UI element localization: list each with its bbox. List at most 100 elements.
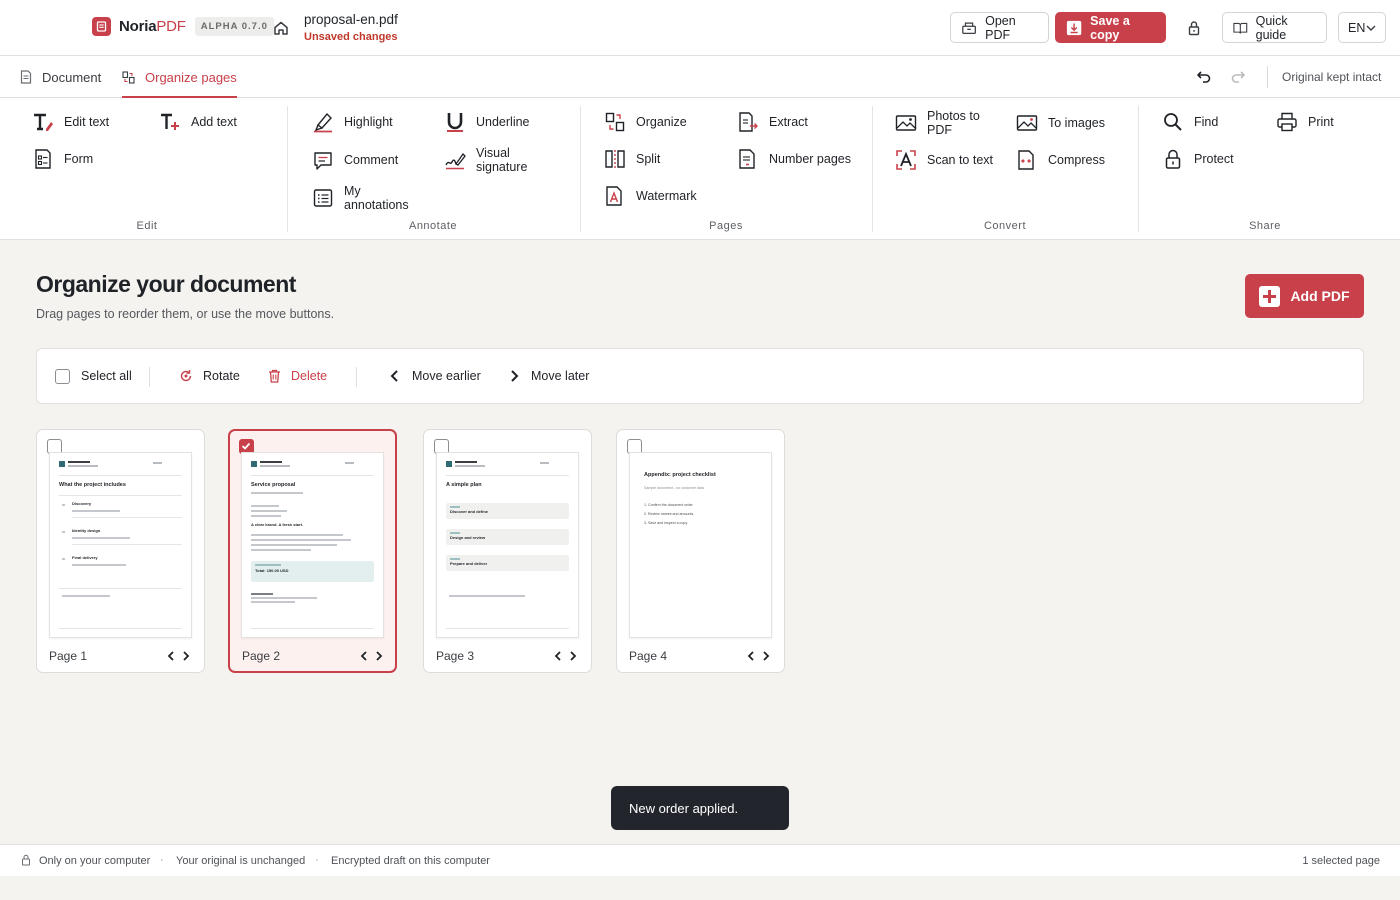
chevron-left-icon [390, 370, 398, 382]
tab-organize-pages[interactable]: Organize pages [122, 56, 237, 98]
add-text-tool[interactable]: Add text [159, 111, 237, 133]
checkbox[interactable] [55, 368, 70, 384]
image-export-icon [1016, 115, 1038, 131]
page-card-4[interactable]: Appendix: project checklist Sample docum… [616, 429, 785, 673]
toast-notification: New order applied. [611, 786, 789, 830]
scan-to-text-label: Scan to text [927, 153, 994, 167]
compress-icon [1018, 150, 1034, 170]
find-tool[interactable]: Find [1162, 111, 1218, 133]
file-name: proposal-en.pdf [304, 12, 398, 27]
download-icon [1066, 20, 1082, 35]
watermark-icon [606, 186, 622, 206]
print-label: Print [1308, 115, 1334, 129]
page-card-2[interactable]: Service proposal A clear brand. A fresh … [228, 429, 397, 673]
underline-label: Underline [476, 115, 530, 129]
chevron-left-icon[interactable] [358, 649, 370, 663]
home-icon[interactable] [271, 18, 291, 38]
tab-document[interactable]: Document [20, 56, 101, 98]
visual-signature-tool[interactable]: Visual signature [444, 146, 527, 174]
save-copy-button[interactable]: Save a copy [1055, 12, 1166, 43]
my-annotations-label: My annotations [344, 184, 409, 212]
number-pages-tool[interactable]: Number pages [737, 148, 851, 170]
page-thumbnail: Appendix: project checklist Sample docum… [629, 452, 772, 638]
highlight-tool[interactable]: Highlight [312, 111, 393, 133]
rotate-button[interactable]: Rotate [179, 349, 240, 403]
chevron-left-icon[interactable] [165, 649, 177, 663]
organize-icon [122, 70, 135, 84]
page-label: Page 2 [242, 649, 281, 663]
chevron-right-icon[interactable] [567, 649, 579, 663]
edit-text-tool[interactable]: Edit text [32, 111, 109, 133]
chevron-left-icon[interactable] [552, 649, 564, 663]
select-all-checkbox[interactable]: Select all [55, 349, 132, 403]
my-annotations-tool[interactable]: My annotations [312, 184, 409, 212]
extract-tool[interactable]: Extract [737, 111, 808, 133]
thumb-total: Total: 150.00 USD [255, 568, 289, 573]
file-status: Unsaved changes [304, 31, 398, 43]
annotations-list-icon [313, 189, 333, 207]
page-card-1[interactable]: What the project includes Discovery Iden… [36, 429, 205, 673]
add-pdf-button[interactable]: Add PDF [1245, 274, 1364, 318]
protect-tool[interactable]: Protect [1162, 148, 1234, 170]
status-separator: · [160, 854, 164, 866]
brand-name: NoriaPDF [119, 18, 186, 35]
open-pdf-label: Open PDF [985, 13, 1016, 42]
comment-tool[interactable]: Comment [312, 149, 398, 171]
scan-to-text-tool[interactable]: Scan to text [895, 149, 993, 171]
thumb-title: What the project includes [59, 482, 126, 488]
find-label: Find [1194, 115, 1219, 129]
highlight-label: Highlight [344, 115, 393, 129]
move-earlier-button[interactable]: Move earlier [388, 349, 481, 403]
open-file-icon [962, 21, 976, 34]
watermark-label: Watermark [636, 189, 697, 203]
to-images-label: To images [1048, 116, 1105, 130]
move-later-label: Move later [531, 369, 590, 383]
undo-icon[interactable] [1196, 68, 1212, 84]
compress-tool[interactable]: Compress [1016, 149, 1105, 171]
watermark-tool[interactable]: Watermark [604, 185, 697, 207]
to-images-tool[interactable]: To images [1016, 112, 1105, 134]
open-pdf-button[interactable]: Open PDF [950, 12, 1049, 43]
lock-icon[interactable] [1184, 18, 1204, 38]
split-tool[interactable]: Split [604, 148, 660, 170]
redo-icon [1230, 68, 1246, 84]
quick-guide-button[interactable]: Quick guide [1222, 12, 1327, 43]
ribbon: Edit text Add text Form Edit Highlight U… [0, 98, 1400, 240]
group-divider [580, 106, 581, 232]
status-draft: Encrypted draft on this computer [331, 855, 490, 867]
thumb-item: Design and review [450, 535, 486, 540]
underline-tool[interactable]: Underline [444, 111, 530, 133]
chevron-right-icon[interactable] [760, 649, 772, 663]
organize-tool[interactable]: Organize [604, 111, 687, 133]
chevron-right-icon[interactable] [373, 649, 385, 663]
visual-signature-label: Visual signature [476, 146, 528, 174]
move-later-button[interactable]: Move later [507, 349, 589, 403]
page-label: Page 4 [629, 649, 668, 663]
delete-button[interactable]: Delete [268, 349, 327, 403]
thumb-item: 3. Save and inspect a copy. [644, 521, 688, 525]
chevron-right-icon[interactable] [180, 649, 192, 663]
thumb-subtitle: Sample document - no customer data [644, 486, 704, 490]
book-icon [1233, 22, 1248, 34]
signature-icon [445, 152, 466, 170]
form-tool[interactable]: Form [32, 148, 93, 170]
print-tool[interactable]: Print [1276, 111, 1334, 133]
top-bar: NoriaPDF ALPHA 0.7.0 proposal-en.pdf Uns… [0, 0, 1400, 56]
document-icon [20, 70, 32, 84]
compress-label: Compress [1048, 153, 1105, 167]
brand: NoriaPDF ALPHA 0.7.0 [92, 17, 274, 36]
select-all-label: Select all [81, 369, 132, 383]
photos-to-pdf-tool[interactable]: Photos to PDF [895, 109, 980, 137]
page-label: Page 1 [49, 649, 88, 663]
thumb-item: Discover and define [450, 509, 489, 514]
photos-to-pdf-label: Photos to PDF [927, 109, 980, 137]
chevron-down-icon [1366, 25, 1376, 31]
language-select[interactable]: EN [1338, 12, 1386, 43]
status-selection-count: 1 selected page [1302, 855, 1380, 867]
form-label: Form [64, 152, 94, 166]
page-subtitle: Drag pages to reorder them, or use the m… [36, 307, 335, 321]
chevron-left-icon[interactable] [745, 649, 757, 663]
page-card-3[interactable]: A simple plan Discover and define Design… [423, 429, 592, 673]
status-bar: Only on your computer · Your original is… [0, 844, 1400, 876]
page-toolbar: Select all Rotate Delete Move earlier Mo… [36, 348, 1364, 404]
